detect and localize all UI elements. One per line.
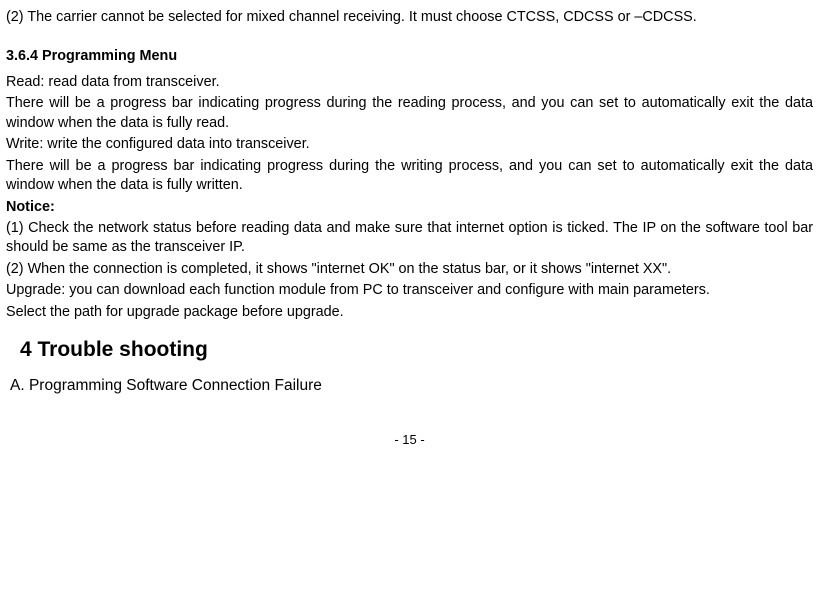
paragraph-connection-failure: A. Programming Software Connection Failu… [10,376,813,397]
paragraph-read-desc: Read: read data from transceiver. [6,73,813,92]
paragraph-upgrade-path: Select the path for upgrade package befo… [6,303,813,322]
paragraph-notice-2: (2) When the connection is completed, it… [6,260,813,279]
paragraph-write-progress: There will be a progress bar indicating … [6,157,813,196]
page-number: - 15 - [6,431,813,449]
paragraph-notice-1: (1) Check the network status before read… [6,219,813,258]
heading-trouble-shooting: 4 Trouble shooting [20,336,813,364]
paragraph-read-progress: There will be a progress bar indicating … [6,94,813,133]
paragraph-write-desc: Write: write the configured data into tr… [6,135,813,154]
notice-label: Notice: [6,198,813,217]
paragraph-upgrade: Upgrade: you can download each function … [6,281,813,300]
paragraph-carrier-restriction: (2) The carrier cannot be selected for m… [6,8,813,27]
heading-programming-menu: 3.6.4 Programming Menu [6,47,813,66]
